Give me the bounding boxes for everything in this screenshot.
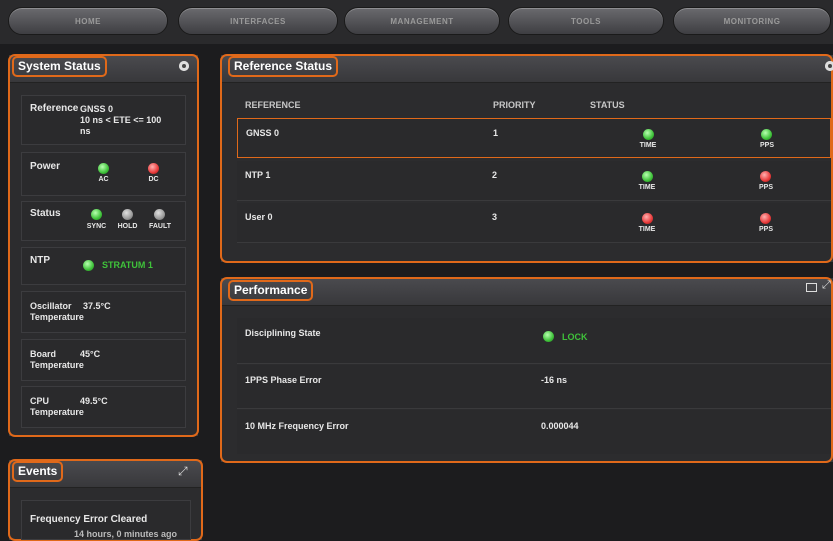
reference-status-title: Reference Status xyxy=(228,56,339,77)
cpu-sublabel: Temperature xyxy=(30,407,84,417)
oscillator-card: Oscillator Temperature 37.5°C xyxy=(21,291,186,333)
perf-value: LOCK xyxy=(562,332,588,342)
power-label: Power xyxy=(30,161,61,172)
reference-value: GNSS 0 xyxy=(80,104,114,114)
pps-status-led xyxy=(761,129,772,140)
perf-label: 1PPS Phase Error xyxy=(245,375,322,385)
ntp-stratum: STRATUM 1 xyxy=(102,260,153,270)
sync-status-led xyxy=(91,209,102,220)
col-priority-header[interactable]: PRIORITY xyxy=(493,100,536,110)
reference-priority: 2 xyxy=(492,170,498,180)
time-caption: TIME xyxy=(638,184,656,191)
perf-value: -16 ns xyxy=(541,375,568,385)
cpu-temperature: 49.5°C xyxy=(80,396,108,406)
reference-priority: 1 xyxy=(493,128,499,138)
nav-home-button[interactable]: HOME xyxy=(8,7,168,35)
reference-name: User 0 xyxy=(245,212,273,222)
status-card: Status SYNC HOLD FAULT xyxy=(21,201,186,241)
dc-caption: DC xyxy=(148,176,159,183)
power-card: Power AC DC xyxy=(21,152,186,196)
nav-monitoring-button[interactable]: MONITORING xyxy=(673,7,831,35)
pps-status-led xyxy=(760,171,771,182)
ac-status-led xyxy=(98,163,109,174)
fault-caption: FAULT xyxy=(148,223,172,230)
ac-caption: AC xyxy=(98,176,109,183)
ntp-status-led xyxy=(83,260,94,271)
dc-status-led xyxy=(148,163,159,174)
table-row[interactable]: NTP 1 2 TIME PPS xyxy=(237,161,831,201)
pps-caption: PPS xyxy=(758,226,773,233)
reference-ete: 10 ns < ETE <= 100 xyxy=(80,115,162,125)
top-nav-bar: HOME INTERFACES MANAGEMENT TOOLS MONITOR… xyxy=(0,0,833,44)
table-row[interactable]: GNSS 0 1 TIME PPS xyxy=(237,118,831,158)
nav-management-button[interactable]: MANAGEMENT xyxy=(344,7,500,35)
nav-interfaces-button[interactable]: INTERFACES xyxy=(178,7,338,35)
oscillator-temperature: 37.5°C xyxy=(83,301,111,311)
ntp-label: NTP xyxy=(30,255,50,266)
system-status-title: System Status xyxy=(12,56,107,77)
events-title: Events xyxy=(12,461,64,482)
col-reference-header[interactable]: REFERENCE xyxy=(245,100,301,110)
sync-caption: SYNC xyxy=(86,223,107,230)
chart-icon[interactable] xyxy=(806,283,817,292)
gear-icon[interactable] xyxy=(825,61,833,71)
table-row: 10 MHz Frequency Error 0.000044 xyxy=(237,410,831,454)
performance-title: Performance xyxy=(228,280,314,301)
time-status-led xyxy=(642,213,653,224)
performance-header xyxy=(222,279,832,306)
reference-name: GNSS 0 xyxy=(246,128,280,138)
board-sublabel: Temperature xyxy=(30,360,84,370)
col-status-header[interactable]: STATUS xyxy=(590,100,625,110)
reference-card: Reference GNSS 0 10 ns < ETE <= 100 ns xyxy=(21,95,186,145)
cpu-label: CPU xyxy=(30,396,50,406)
time-status-led xyxy=(643,129,654,140)
reference-name: NTP 1 xyxy=(245,170,271,180)
time-status-led xyxy=(642,171,653,182)
table-row[interactable]: User 0 3 TIME PPS xyxy=(237,203,831,243)
table-row: Disciplining State LOCK xyxy=(237,318,831,364)
reference-priority: 3 xyxy=(492,212,498,222)
oscillator-sublabel: Temperature xyxy=(30,312,84,322)
perf-label: Disciplining State xyxy=(245,328,321,338)
hold-status-led xyxy=(122,209,133,220)
lock-status-led xyxy=(543,331,554,342)
expand-icon[interactable]: ⤢ xyxy=(178,464,188,479)
ntp-card: NTP STRATUM 1 xyxy=(21,247,186,285)
pps-caption: PPS xyxy=(759,142,774,149)
event-item[interactable]: Frequency Error Cleared 14 hours, 0 minu… xyxy=(21,500,191,540)
reference-label: Reference xyxy=(30,103,79,114)
status-label: Status xyxy=(30,208,61,219)
table-row: 1PPS Phase Error -16 ns xyxy=(237,365,831,409)
expand-icon[interactable]: ⤢ xyxy=(822,279,831,292)
perf-value: 0.000044 xyxy=(541,421,579,431)
board-card: Board Temperature 45°C xyxy=(21,339,186,381)
event-item-time: 14 hours, 0 minutes ago xyxy=(74,529,178,539)
fault-status-led xyxy=(154,209,165,220)
oscillator-label: Oscillator xyxy=(30,301,72,311)
cpu-card: CPU Temperature 49.5°C xyxy=(21,386,186,428)
event-item-text: Frequency Error Cleared xyxy=(30,514,148,525)
time-caption: TIME xyxy=(639,142,657,149)
nav-tools-button[interactable]: TOOLS xyxy=(508,7,664,35)
perf-label: 10 MHz Frequency Error xyxy=(245,421,349,431)
pps-status-led xyxy=(760,213,771,224)
reference-ete-unit: ns xyxy=(80,126,91,136)
pps-caption: PPS xyxy=(758,184,773,191)
board-temperature: 45°C xyxy=(80,349,101,359)
gear-icon[interactable] xyxy=(179,61,189,71)
board-label: Board xyxy=(30,349,57,359)
hold-caption: HOLD xyxy=(117,223,138,230)
time-caption: TIME xyxy=(638,226,656,233)
